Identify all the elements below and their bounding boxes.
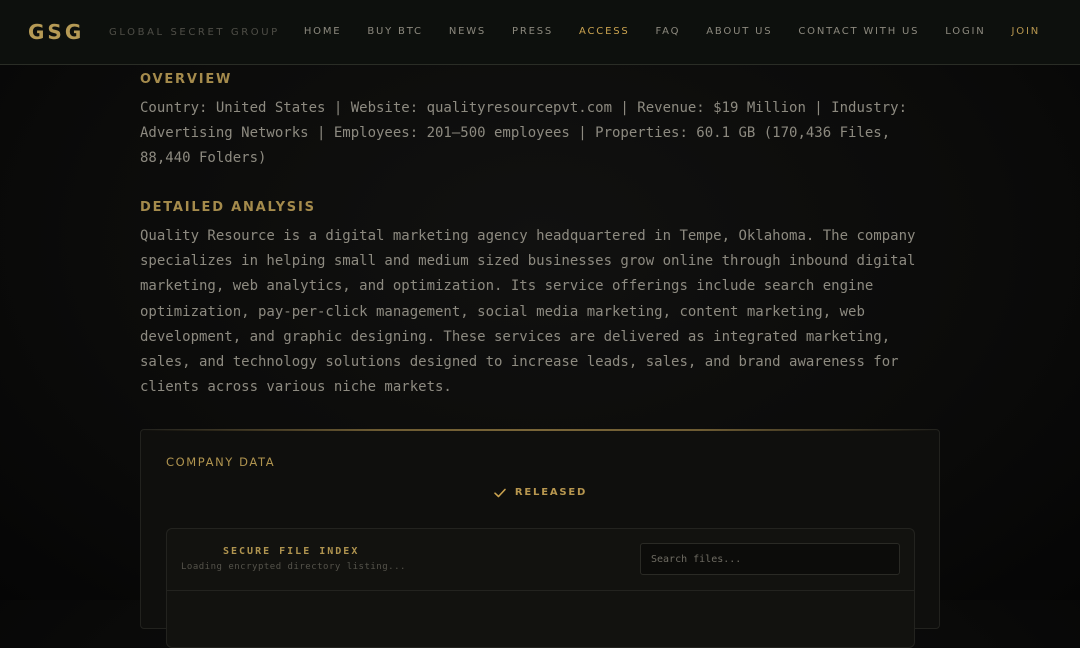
nav-faq[interactable]: FAQ bbox=[656, 26, 681, 37]
nav-about-us[interactable]: ABOUT US bbox=[706, 26, 772, 37]
overview-heading: OVERVIEW bbox=[140, 72, 233, 87]
overview-text: Country: United States | Website: qualit… bbox=[140, 100, 908, 166]
search-files-input[interactable] bbox=[640, 543, 900, 575]
nav-news[interactable]: NEWS bbox=[449, 26, 486, 37]
nav-access[interactable]: ACCESS bbox=[579, 26, 629, 37]
logo[interactable]: GSG bbox=[28, 20, 84, 44]
status-label: RELEASED bbox=[514, 486, 588, 498]
tagline: GLOBAL SECRET GROUP bbox=[109, 27, 280, 38]
company-data-card: COMPANY DATA RELEASED SECURE FILE INDEX … bbox=[140, 429, 940, 648]
top-navbar: GSG GLOBAL SECRET GROUP HOME BUY BTC NEW… bbox=[0, 0, 1080, 65]
nav-buy-btc[interactable]: BUY BTC bbox=[367, 26, 422, 37]
nav-home[interactable]: HOME bbox=[304, 26, 342, 37]
analysis-heading: DETAILED ANALYSIS bbox=[140, 200, 316, 215]
file-index-header: SECURE FILE INDEX Loading encrypted dire… bbox=[167, 529, 914, 591]
company-data-title: COMPANY DATA bbox=[166, 455, 276, 469]
analysis-text: Quality Resource is a digital marketing … bbox=[140, 228, 916, 396]
file-index-panel: SECURE FILE INDEX Loading encrypted dire… bbox=[166, 528, 915, 648]
nav-menu: HOME BUY BTC NEWS PRESS ACCESS FAQ ABOUT… bbox=[304, 26, 1040, 37]
nav-contact[interactable]: CONTACT WITH US bbox=[798, 26, 919, 37]
status-badge: RELEASED bbox=[141, 485, 939, 499]
nav-login[interactable]: LOGIN bbox=[945, 26, 985, 37]
nav-join[interactable]: JOIN bbox=[1012, 26, 1040, 37]
nav-press[interactable]: PRESS bbox=[512, 26, 553, 37]
file-index-title: SECURE FILE INDEX bbox=[223, 546, 360, 557]
check-icon bbox=[493, 485, 507, 499]
file-index-status: Loading encrypted directory listing... bbox=[181, 562, 406, 572]
